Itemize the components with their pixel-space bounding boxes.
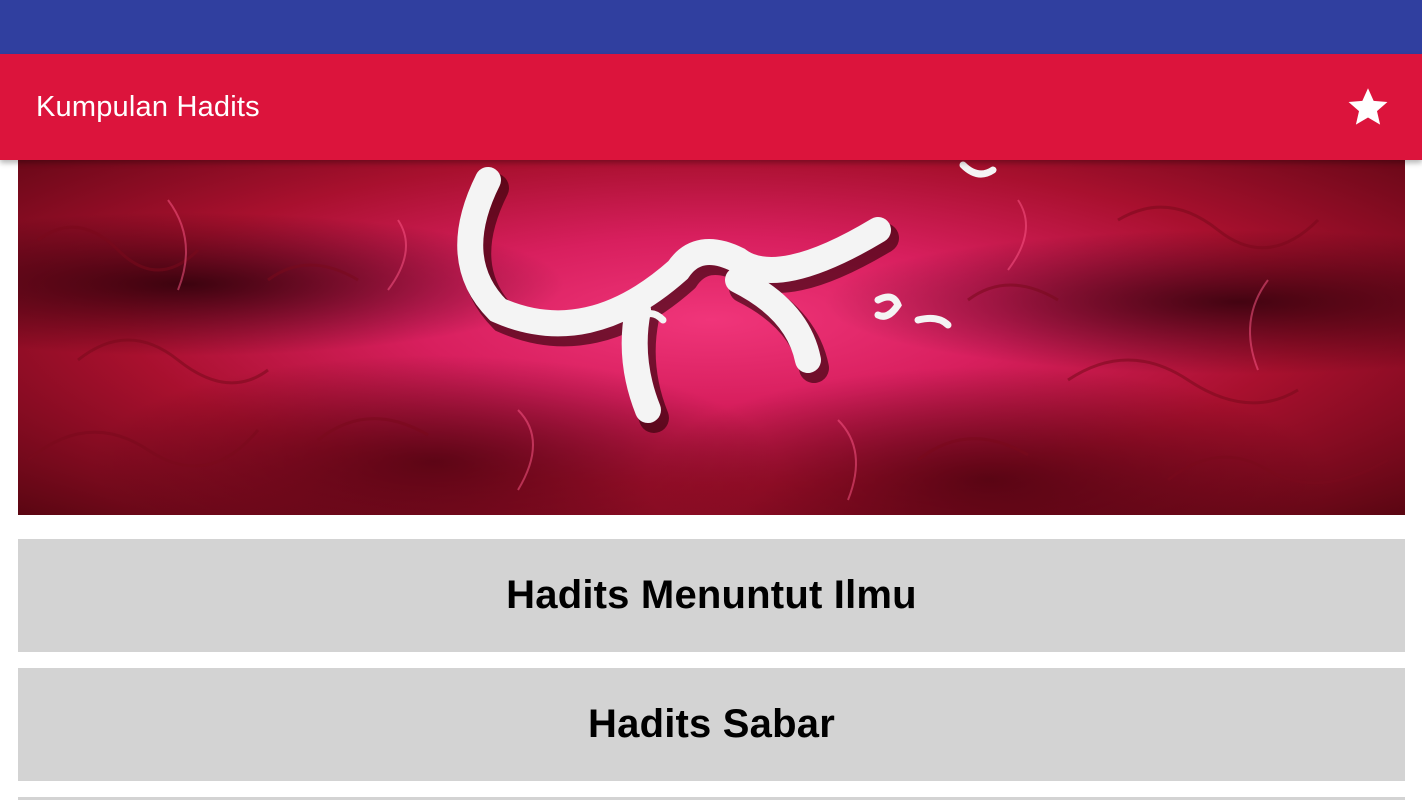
banner-image bbox=[18, 160, 1405, 515]
star-icon bbox=[1348, 88, 1388, 125]
menu-item-hadits-sabar[interactable]: Hadits Sabar bbox=[18, 668, 1405, 781]
app-bar: Kumpulan Hadits bbox=[0, 54, 1422, 160]
app-title: Kumpulan Hadits bbox=[36, 90, 260, 123]
menu-item-hadits-menuntut-ilmu[interactable]: Hadits Menuntut Ilmu bbox=[18, 539, 1405, 652]
favorite-button[interactable] bbox=[1340, 79, 1396, 135]
menu-item-label: Hadits Menuntut Ilmu bbox=[506, 573, 917, 617]
status-bar bbox=[0, 0, 1422, 54]
menu-item-label: Hadits Sabar bbox=[588, 702, 835, 746]
calligraphy-banner-image bbox=[27, 161, 1389, 501]
